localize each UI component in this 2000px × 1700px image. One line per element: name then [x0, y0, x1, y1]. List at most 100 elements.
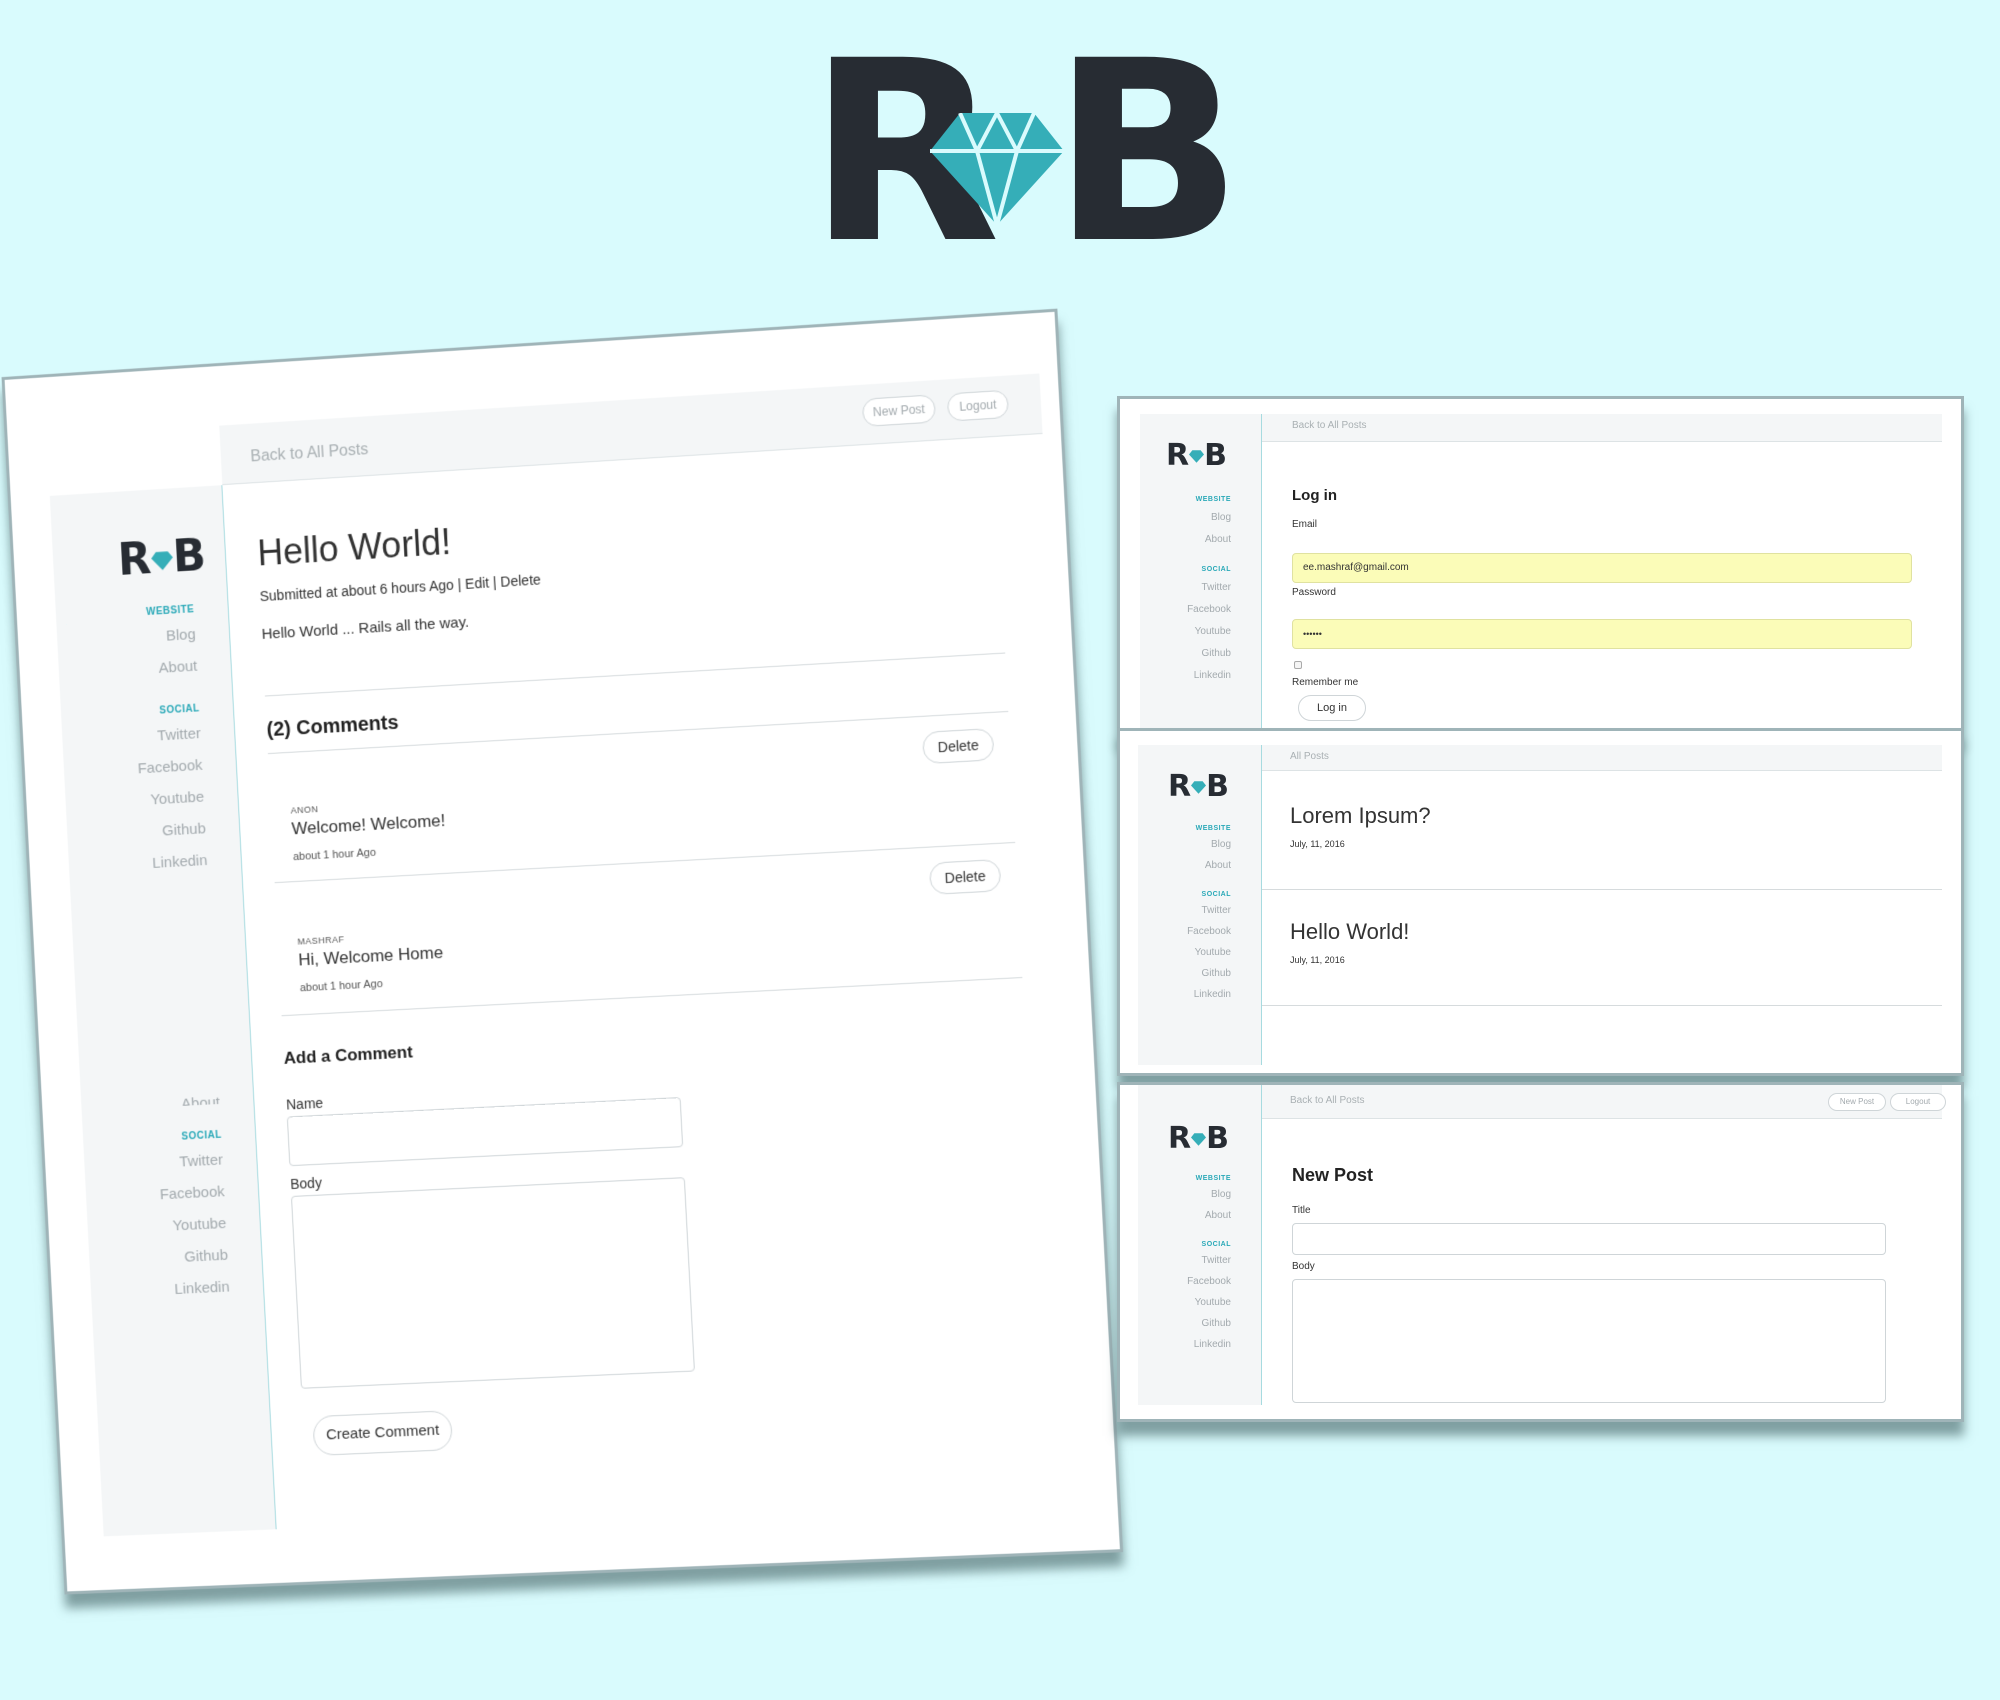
sidebar-item-youtube[interactable]: Youtube [1195, 626, 1231, 637]
all-posts-link[interactable]: All Posts [1290, 751, 1329, 762]
sidebar-item-twitter[interactable]: Twitter [157, 725, 201, 744]
divider [1262, 889, 1942, 890]
diamond-icon [1191, 1133, 1206, 1146]
diamond-icon [151, 550, 174, 570]
login-screen: RB WEBSITE Blog About SOCIAL Twitter Fac… [1117, 396, 1964, 736]
edit-link[interactable]: Edit [465, 575, 490, 592]
password-label: Password [1292, 587, 1336, 598]
comment-author: ANON [290, 804, 318, 815]
sidebar-item-twitter[interactable]: Twitter [1202, 582, 1231, 593]
sidebar-item-linkedin[interactable]: Linkedin [152, 852, 208, 872]
email-field[interactable]: ee.mashraf@gmail.com [1292, 553, 1912, 583]
sidebar-item-about-artifact: About [181, 1094, 220, 1106]
nav-heading-website: WEBSITE [1196, 825, 1231, 832]
sidebar-item-youtube[interactable]: Youtube [1195, 1297, 1231, 1308]
delete-comment-button[interactable]: Delete [922, 728, 995, 764]
sidebar-item-github[interactable]: Github [162, 820, 206, 839]
sidebar-item-facebook[interactable]: Facebook [137, 757, 203, 778]
sidebar: RB WEBSITE Blog About SOCIAL Twitter Fac… [1138, 745, 1262, 1065]
diamond-icon [1189, 450, 1204, 463]
password-field[interactable]: •••••• [1292, 619, 1912, 649]
sidebar-item-twitter[interactable]: Twitter [1202, 905, 1231, 916]
sidebar-item-linkedin[interactable]: Linkedin [1194, 670, 1231, 681]
comment-time: about 1 hour Ago [300, 978, 383, 994]
comment-text: Hi, Welcome Home [298, 943, 444, 971]
sidebar-item-facebook[interactable]: Facebook [1187, 926, 1231, 937]
post-date: July, 11, 2016 [1290, 955, 1345, 965]
nav-heading-social: SOCIAL [159, 703, 200, 716]
logout-button[interactable]: Logout [1890, 1093, 1946, 1111]
comment-text: Welcome! Welcome! [291, 811, 446, 839]
login-button[interactable]: Log in [1298, 695, 1366, 721]
nav-heading-social: SOCIAL [1202, 566, 1231, 573]
sidebar-logo[interactable]: RB [1168, 1121, 1229, 1156]
sidebar-item-youtube[interactable]: Youtube [1195, 947, 1231, 958]
title-input[interactable] [1292, 1223, 1886, 1255]
post-title-link[interactable]: Lorem Ipsum? [1290, 803, 1431, 829]
sidebar-item-blog[interactable]: Blog [1211, 512, 1231, 523]
post-date: July, 11, 2016 [1290, 839, 1345, 849]
sidebar-item-linkedin[interactable]: Linkedin [1194, 1339, 1231, 1350]
post-detail-screen: Back to All Posts New Post Logout RB WEB… [2, 309, 1124, 1595]
post-title-link[interactable]: Hello World! [1290, 919, 1409, 945]
sidebar-item-about[interactable]: About [1205, 1210, 1231, 1221]
sidebar-item-github[interactable]: Github [1202, 1318, 1231, 1329]
sidebar-item-about[interactable]: About [158, 658, 197, 677]
nav-heading-social-repeat: SOCIAL [181, 1130, 222, 1143]
post-body: Hello World ... Rails all the way. [261, 614, 469, 643]
back-to-all-posts-link[interactable]: Back to All Posts [1292, 420, 1366, 431]
new-post-button[interactable]: New Post [862, 394, 936, 427]
sidebar-logo[interactable]: RB [1168, 769, 1229, 804]
new-post-button[interactable]: New Post [1828, 1093, 1886, 1111]
title-label: Title [1292, 1205, 1311, 1216]
sidebar-item-youtube[interactable]: Youtube [150, 789, 204, 809]
sidebar-item-facebook-repeat[interactable]: Facebook [159, 1183, 225, 1203]
logo-letter-b: B [1052, 55, 1237, 250]
sidebar-item-about[interactable]: About [1205, 534, 1231, 545]
sidebar-item-youtube-repeat[interactable]: Youtube [172, 1215, 226, 1234]
meta-separator: | [457, 576, 461, 592]
comments-heading: (2) Comments [266, 712, 399, 742]
new-post-screen: RB WEBSITE Blog About SOCIAL Twitter Fac… [1117, 1082, 1964, 1422]
sidebar-item-linkedin[interactable]: Linkedin [1194, 989, 1231, 1000]
login-heading: Log in [1292, 487, 1337, 504]
body-textarea[interactable] [1292, 1279, 1886, 1403]
sidebar-item-linkedin-repeat[interactable]: Linkedin [174, 1279, 230, 1298]
back-to-all-posts-link[interactable]: Back to All Posts [250, 441, 369, 466]
divider [1262, 1005, 1942, 1006]
divider [265, 653, 1005, 697]
sidebar-item-facebook[interactable]: Facebook [1187, 1276, 1231, 1287]
sidebar-logo[interactable]: RB [117, 530, 207, 586]
delete-comment-button[interactable]: Delete [929, 859, 1002, 895]
body-label: Body [290, 1175, 322, 1192]
sidebar-item-github[interactable]: Github [1202, 648, 1231, 659]
name-input[interactable] [287, 1097, 683, 1166]
divider [275, 842, 1016, 883]
create-comment-button[interactable]: Create Comment [312, 1410, 453, 1456]
posts-list-screen: RB WEBSITE Blog About SOCIAL Twitter Fac… [1117, 728, 1964, 1076]
sidebar-item-twitter[interactable]: Twitter [1202, 1255, 1231, 1266]
sidebar-item-facebook[interactable]: Facebook [1187, 604, 1231, 615]
sidebar-item-blog[interactable]: Blog [166, 626, 196, 645]
back-to-all-posts-link[interactable]: Back to All Posts [1290, 1095, 1364, 1106]
sidebar: RB WEBSITE Blog About SOCIAL Twitter Fac… [1138, 1085, 1262, 1405]
body-textarea[interactable] [291, 1177, 695, 1389]
delete-post-link[interactable]: Delete [500, 571, 541, 589]
sidebar-item-github-repeat[interactable]: Github [184, 1247, 228, 1266]
new-post-heading: New Post [1292, 1165, 1373, 1186]
logout-button[interactable]: Logout [947, 390, 1009, 422]
remember-me-label: Remember me [1292, 677, 1358, 688]
sidebar-item-github[interactable]: Github [1202, 968, 1231, 979]
sidebar-logo[interactable]: RB [1166, 438, 1227, 473]
comment-author: MASHRAF [297, 934, 344, 946]
sidebar-item-twitter-repeat[interactable]: Twitter [179, 1152, 223, 1171]
sidebar-item-about[interactable]: About [1205, 860, 1231, 871]
remember-me-checkbox[interactable] [1294, 661, 1302, 669]
sidebar-item-blog[interactable]: Blog [1211, 839, 1231, 850]
sidebar: RB WEBSITE Blog About SOCIAL Twitter Fac… [1140, 414, 1262, 736]
nav-heading-website: WEBSITE [146, 604, 195, 618]
sidebar: RB WEBSITE Blog About SOCIAL Twitter Fac… [50, 485, 277, 1536]
name-label: Name [286, 1095, 324, 1113]
sidebar-item-blog[interactable]: Blog [1211, 1189, 1231, 1200]
nav-heading-website: WEBSITE [1196, 496, 1231, 503]
